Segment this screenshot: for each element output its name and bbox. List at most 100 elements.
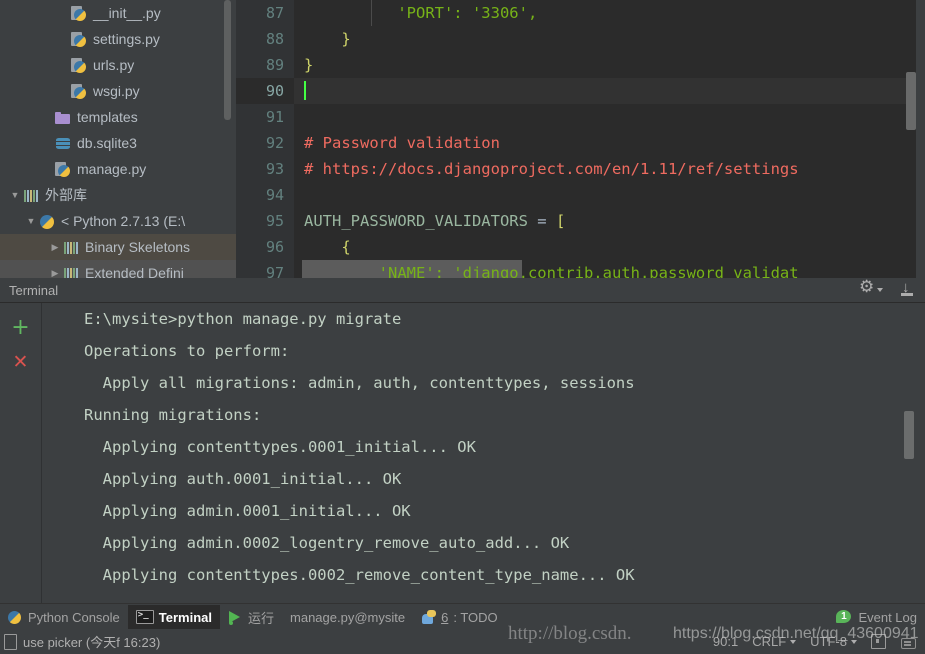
editor-gutter[interactable]: 87 88 89 90 91 92 93 94 95 96 97 xyxy=(236,0,294,278)
terminal-output-line: Operations to perform: xyxy=(84,342,290,360)
line-number[interactable]: 89 xyxy=(236,52,294,78)
code-line[interactable] xyxy=(294,78,925,104)
tree-expand-icon[interactable]: ▶ xyxy=(48,234,62,260)
tool-tab-label: Terminal xyxy=(158,609,212,625)
line-number[interactable]: 90 xyxy=(236,78,294,104)
terminal-vertical-scrollbar[interactable] xyxy=(904,411,914,459)
project-tree-item[interactable]: templates xyxy=(0,104,236,130)
project-tree-item[interactable]: __init__.py xyxy=(0,0,236,26)
tree-expand-collapse-icon[interactable]: ▼ xyxy=(8,182,22,208)
terminal-output-line: Applying admin.0001_initial... OK xyxy=(84,502,411,520)
line-separator-indicator[interactable]: CRLF xyxy=(752,634,797,649)
project-tree-item[interactable]: wsgi.py xyxy=(0,78,236,104)
project-tree-item[interactable]: settings.py xyxy=(0,26,236,52)
code-editor[interactable]: 87 88 89 90 91 92 93 94 95 96 97 'PORT': '3306', }… xyxy=(236,0,925,278)
event-log-tab[interactable]: 1 Event Log xyxy=(828,605,925,629)
lock-icon[interactable] xyxy=(871,634,886,649)
line-number[interactable]: 96 xyxy=(236,234,294,260)
terminal-settings-button[interactable] xyxy=(859,279,883,298)
terminal-output-line: Running migrations: xyxy=(84,406,262,424)
caret-position-indicator[interactable]: 90:1 xyxy=(713,634,738,649)
project-tree-item-label: Binary Skeletons xyxy=(85,239,191,255)
terminal-title: Terminal xyxy=(9,282,59,298)
terminal-header: Terminal xyxy=(0,278,925,303)
terminal-output-line: Applying contenttypes.0002_remove_conten… xyxy=(84,566,635,584)
project-tree-scrollbar[interactable] xyxy=(224,0,231,120)
code-line[interactable]: 'NAME': 'django.contrib.auth.password_va… xyxy=(294,260,925,278)
text-caret xyxy=(304,81,306,100)
tool-tab-python-console[interactable]: Python Console xyxy=(0,605,128,629)
line-number[interactable]: 92 xyxy=(236,130,294,156)
status-bar-right: 90:1 CRLF UTF-8 xyxy=(713,634,925,649)
code-line[interactable] xyxy=(294,182,925,208)
line-number[interactable]: 93 xyxy=(236,156,294,182)
editor-code-area[interactable]: 'PORT': '3306', }} # Password validation #… xyxy=(294,0,925,278)
new-session-button[interactable]: + xyxy=(0,311,41,345)
line-number[interactable]: 95 xyxy=(236,208,294,234)
editor-vertical-scrollbar[interactable] xyxy=(906,72,916,130)
project-tree-item[interactable]: urls.py xyxy=(0,52,236,78)
code-line[interactable] xyxy=(294,104,925,130)
database-icon xyxy=(54,134,72,152)
code-line[interactable]: # Password validation xyxy=(294,130,925,156)
line-number[interactable]: 91 xyxy=(236,104,294,130)
robot-icon[interactable] xyxy=(900,635,916,649)
line-number[interactable]: 97 xyxy=(236,260,294,278)
code-token: 'NAME': 'django.contrib.auth.password_va… xyxy=(304,264,799,278)
document-icon xyxy=(4,633,17,650)
terminal-side-toolbar: + ✕ xyxy=(0,303,42,604)
code-line[interactable]: 'PORT': '3306', xyxy=(294,0,925,26)
tool-tab-manage-py-mysite[interactable]: manage.py@mysite xyxy=(282,605,413,629)
library-icon xyxy=(22,186,40,204)
tool-tab-label: Python Console xyxy=(28,609,120,625)
python-file-icon xyxy=(70,56,88,74)
encoding-indicator[interactable]: UTF-8 xyxy=(810,634,857,649)
code-token: } xyxy=(304,56,314,74)
python-file-icon xyxy=(54,160,72,178)
tool-tab-[interactable]: 运行 xyxy=(220,605,282,629)
event-log-icon: 1 xyxy=(836,609,853,625)
tree-expand-collapse-icon[interactable]: ▼ xyxy=(24,208,38,234)
line-number[interactable]: 87 xyxy=(236,0,294,26)
project-tree-item[interactable]: ▶ Extended Defini xyxy=(0,260,236,278)
hide-panel-icon[interactable] xyxy=(899,279,915,298)
project-tree-item-label: templates xyxy=(77,109,138,125)
library-icon xyxy=(62,238,80,256)
code-line[interactable]: { xyxy=(294,234,925,260)
terminal-console-output[interactable]: E:\mysite>python manage.py migrate Operat… xyxy=(42,303,925,604)
project-tree-item-label: db.sqlite3 xyxy=(77,135,137,151)
chevron-down-icon xyxy=(877,288,883,292)
project-tree-item-label: urls.py xyxy=(93,57,135,73)
line-number[interactable]: 88 xyxy=(236,26,294,52)
project-tree-item[interactable]: manage.py xyxy=(0,156,236,182)
python-interpreter-icon xyxy=(38,212,56,230)
code-line[interactable]: # https://docs.djangoproject.com/en/1.11… xyxy=(294,156,925,182)
project-tree-item[interactable]: ▶ Binary Skeletons xyxy=(0,234,236,260)
project-tool-window[interactable]: __init__.py settings.py urls.py wsgi.py temp… xyxy=(0,0,236,278)
terminal-body: + ✕ E:\mysite>python manage.py migrate Op… xyxy=(0,303,925,604)
tool-tab-label: manage.py@mysite xyxy=(290,609,406,625)
project-tree-item[interactable]: ▼ < Python 2.7.13 (E:\ xyxy=(0,208,236,234)
line-number[interactable]: 94 xyxy=(236,182,294,208)
terminal-icon xyxy=(135,609,154,624)
code-line[interactable]: } xyxy=(294,52,925,78)
python-file-icon xyxy=(70,82,88,100)
tree-expand-icon[interactable]: ▶ xyxy=(48,260,62,278)
line-separator-label: CRLF xyxy=(752,634,787,649)
tool-tab-todo[interactable]: 6: TODO xyxy=(413,605,506,629)
event-log-badge-count: 1 xyxy=(841,610,847,622)
status-bar: use picker (今天f 16:23) 90:1 CRLF UTF-8 xyxy=(0,629,925,654)
code-line[interactable]: AUTH_PASSWORD_VALIDATORS = [ xyxy=(294,208,925,234)
project-tree-item[interactable]: ▼ 外部库 xyxy=(0,182,236,208)
project-tree-item-label: 外部库 xyxy=(45,187,87,203)
close-session-button[interactable]: ✕ xyxy=(0,345,41,379)
code-token: # https://docs.djangoproject.com/en/1.11… xyxy=(304,160,799,178)
code-token: # Password validation xyxy=(304,134,500,152)
tool-tab-terminal[interactable]: Terminal xyxy=(127,605,220,629)
tool-tab-label: 运行 xyxy=(248,610,275,626)
project-tree-item[interactable]: db.sqlite3 xyxy=(0,130,236,156)
code-line[interactable]: } xyxy=(294,26,925,52)
terminal-output-line: Applying contenttypes.0001_initial... OK xyxy=(84,438,476,456)
project-tree-item-label: settings.py xyxy=(93,31,160,47)
event-log-label: Event Log xyxy=(858,609,917,625)
